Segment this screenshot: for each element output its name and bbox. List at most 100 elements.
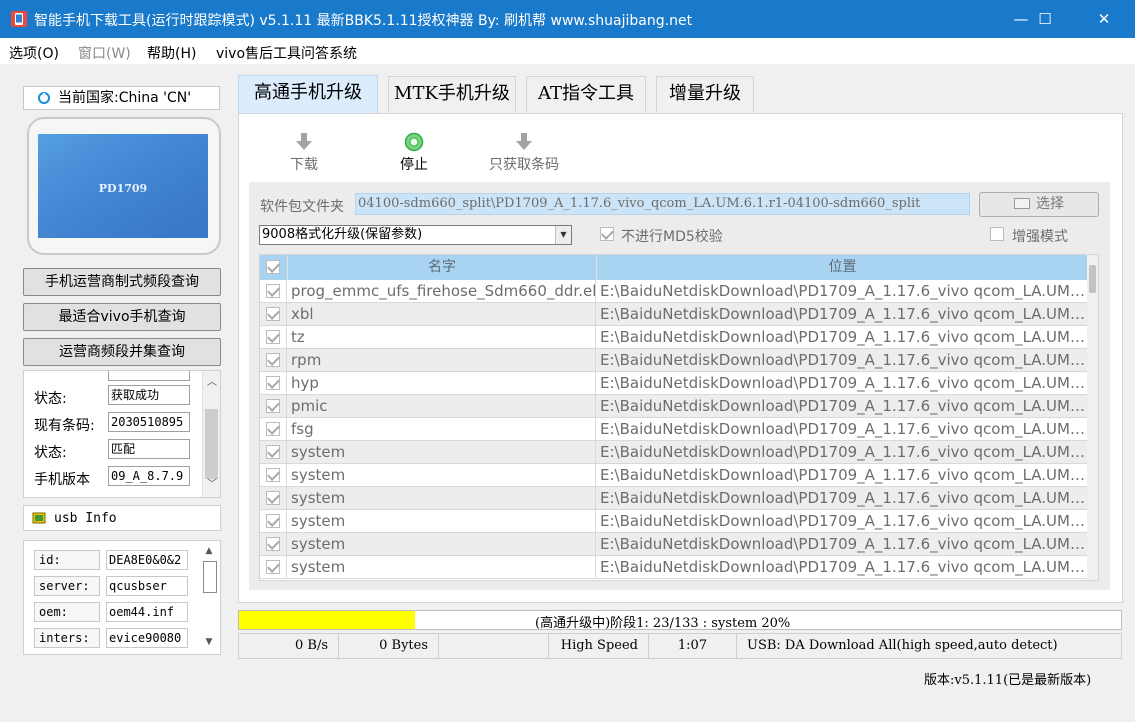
- upgrade-mode-select[interactable]: 9008格式化升级(保留参数) ▼: [259, 225, 572, 245]
- header-name[interactable]: 名字: [288, 255, 597, 280]
- row-checkbox-cell[interactable]: [260, 556, 287, 578]
- package-folder-label: 软件包文件夹: [260, 199, 344, 215]
- usb-oem-value[interactable]: oem44.inf: [106, 602, 188, 622]
- barcode-value[interactable]: 2030510895: [108, 412, 190, 432]
- row-checkbox[interactable]: [266, 560, 280, 574]
- partition-grid: 名字 位置 prog_emmc_ufs_firehose_Sdm660_ddr.…: [259, 254, 1099, 581]
- row-checkbox-cell[interactable]: [260, 510, 287, 532]
- skip-md5-label: 不进行MD5校验: [621, 229, 723, 245]
- row-checkbox[interactable]: [266, 468, 280, 482]
- row-checkbox[interactable]: [266, 307, 280, 321]
- download-arrow-icon: [296, 133, 312, 150]
- row-checkbox-cell[interactable]: [260, 349, 287, 371]
- package-path-field[interactable]: 04100-sdm660_split\PD1709_A_1.17.6_vivo_…: [355, 193, 970, 215]
- table-row[interactable]: system E:\BaiduNetdiskDownload\PD1709_A_1…: [260, 487, 1089, 510]
- stop-button[interactable]: 停止: [396, 132, 432, 174]
- row-checkbox-cell[interactable]: [260, 280, 287, 302]
- tab-mtk-upgrade[interactable]: MTK手机升级: [388, 76, 516, 112]
- table-row[interactable]: system E:\BaiduNetdiskDownload\PD1709_A_1…: [260, 464, 1089, 487]
- scroll-thumb[interactable]: [205, 409, 218, 479]
- row-checkbox-cell[interactable]: [260, 372, 287, 394]
- close-button[interactable]: ✕: [1081, 0, 1127, 38]
- select-folder-button[interactable]: 选择: [979, 192, 1099, 217]
- phone-model-label: PD1709: [99, 182, 147, 195]
- menu-options[interactable]: 选项(O): [9, 43, 59, 63]
- row-checkbox-cell[interactable]: [260, 395, 287, 417]
- table-row[interactable]: pmic E:\BaiduNetdiskDownload\PD1709_A_1.1…: [260, 395, 1089, 418]
- row-checkbox-cell[interactable]: [260, 326, 287, 348]
- menu-window[interactable]: 窗口(W): [78, 43, 131, 63]
- table-row[interactable]: system E:\BaiduNetdiskDownload\PD1709_A_1…: [260, 556, 1089, 579]
- row-checkbox[interactable]: [266, 445, 280, 459]
- carrier-band-union-query-button[interactable]: 运营商频段并集查询: [23, 338, 221, 366]
- row-location: E:\BaiduNetdiskDownload\PD1709_A_1.17.6_…: [600, 558, 1089, 576]
- phone-version-label: 手机版本: [34, 472, 90, 488]
- scroll-down-icon[interactable]: ﹀: [203, 477, 220, 493]
- scroll-thumb[interactable]: [203, 561, 217, 593]
- row-checkbox[interactable]: [266, 514, 280, 528]
- info-row-version: 手机版本 09_A_8.7.9: [34, 466, 194, 488]
- menu-help[interactable]: 帮助(H): [147, 43, 196, 63]
- row-checkbox[interactable]: [266, 537, 280, 551]
- skip-md5-checkbox[interactable]: [600, 227, 614, 241]
- chevron-down-icon[interactable]: ▼: [555, 226, 571, 244]
- table-row[interactable]: system E:\BaiduNetdiskDownload\PD1709_A_1…: [260, 441, 1089, 464]
- row-name: prog_emmc_ufs_firehose_Sdm660_ddr.elf: [288, 280, 596, 302]
- row-location: E:\BaiduNetdiskDownload\PD1709_A_1.17.6_…: [600, 466, 1089, 484]
- row-checkbox[interactable]: [266, 330, 280, 344]
- table-row[interactable]: fsg E:\BaiduNetdiskDownload\PD1709_A_1.17…: [260, 418, 1089, 441]
- row-checkbox[interactable]: [266, 491, 280, 505]
- tab-incremental-upgrade[interactable]: 增量升级: [656, 76, 754, 112]
- window-title: 智能手机下载工具(运行时跟踪模式) v5.1.11 最新BBK5.1.11授权神…: [34, 13, 693, 29]
- scroll-up-icon[interactable]: ︿: [203, 375, 220, 391]
- usb-inters-value[interactable]: evice90080: [106, 628, 188, 648]
- match-status-value[interactable]: 匹配: [108, 439, 190, 459]
- row-checkbox[interactable]: [266, 353, 280, 367]
- table-row[interactable]: system E:\BaiduNetdiskDownload\PD1709_A_1…: [260, 510, 1089, 533]
- row-name: system: [288, 556, 596, 578]
- table-row[interactable]: tz E:\BaiduNetdiskDownload\PD1709_A_1.17.…: [260, 326, 1089, 349]
- header-select-all[interactable]: [260, 255, 288, 280]
- row-checkbox-cell[interactable]: [260, 441, 287, 463]
- usb-server-value[interactable]: qcusbser: [106, 576, 188, 596]
- select-all-checkbox[interactable]: [266, 260, 280, 274]
- progress-text: (高通升级中)阶段1: 23/133 : system 20%: [535, 616, 791, 631]
- row-location: E:\BaiduNetdiskDownload\PD1709_A_1.17.6_…: [600, 374, 1089, 392]
- usb-scrollbar[interactable]: ▲ ▼: [200, 541, 220, 654]
- phone-version-value[interactable]: 09_A_8.7.9: [108, 466, 190, 486]
- status-bytes: 0 Bytes: [339, 634, 439, 658]
- download-button[interactable]: 下载: [286, 132, 322, 174]
- usb-id-value[interactable]: DEA8E0&0&2: [106, 550, 188, 570]
- row-checkbox-cell[interactable]: [260, 533, 287, 555]
- table-row[interactable]: prog_emmc_ufs_firehose_Sdm660_ddr.elf E:\…: [260, 280, 1089, 303]
- table-row[interactable]: rpm E:\BaiduNetdiskDownload\PD1709_A_1.17…: [260, 349, 1089, 372]
- menu-vivo-qa[interactable]: vivo售后工具问答系统: [216, 43, 357, 63]
- row-checkbox[interactable]: [266, 399, 280, 413]
- table-row[interactable]: hyp E:\BaiduNetdiskDownload\PD1709_A_1.17…: [260, 372, 1089, 395]
- row-checkbox[interactable]: [266, 284, 280, 298]
- info-scrollbar[interactable]: ︿ ﹀: [202, 371, 220, 497]
- enhanced-mode-checkbox[interactable]: [990, 227, 1004, 241]
- row-checkbox-cell[interactable]: [260, 487, 287, 509]
- scroll-up-icon[interactable]: ▲: [200, 543, 218, 559]
- tab-qualcomm-upgrade[interactable]: 高通手机升级: [238, 75, 378, 113]
- maximize-button[interactable]: ☐: [1022, 0, 1068, 38]
- progress-fill: [239, 611, 416, 629]
- scroll-thumb[interactable]: [1089, 265, 1096, 293]
- row-checkbox-cell[interactable]: [260, 303, 287, 325]
- table-row[interactable]: xbl E:\BaiduNetdiskDownload\PD1709_A_1.17…: [260, 303, 1089, 326]
- carrier-band-query-button[interactable]: 手机运营商制式频段查询: [23, 268, 221, 296]
- table-row[interactable]: system E:\BaiduNetdiskDownload\PD1709_A_1…: [260, 533, 1089, 556]
- grid-scrollbar[interactable]: [1087, 255, 1098, 580]
- tab-at-command[interactable]: AT指令工具: [526, 76, 646, 112]
- row-checkbox-cell[interactable]: [260, 464, 287, 486]
- header-location[interactable]: 位置: [597, 255, 1089, 280]
- row-checkbox-cell[interactable]: [260, 418, 287, 440]
- row-checkbox[interactable]: [266, 422, 280, 436]
- best-vivo-phone-query-button[interactable]: 最适合vivo手机查询: [23, 303, 221, 331]
- barcode-only-button[interactable]: 只获取条码: [486, 132, 562, 174]
- scroll-down-icon[interactable]: ▼: [200, 634, 218, 650]
- status-value[interactable]: 获取成功: [108, 385, 190, 405]
- row-checkbox[interactable]: [266, 376, 280, 390]
- info-row-clipped: [34, 371, 194, 383]
